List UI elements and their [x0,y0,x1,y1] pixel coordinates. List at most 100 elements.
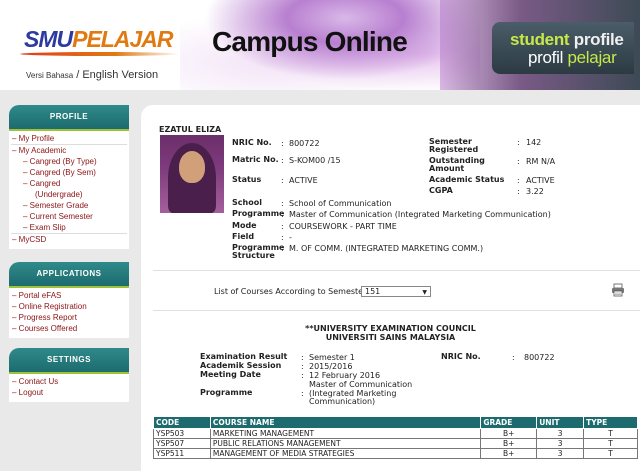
colon: : [281,222,284,231]
profile-panel: PROFILE – My Profile – My Academic – Can… [9,105,129,249]
nav-label: Contact Us [18,377,59,386]
field-label: Field [232,232,255,241]
profile-panel-title: PROFILE [9,105,129,129]
badge-line-1: student profile [510,30,624,50]
badge-word-student: student [510,30,570,49]
academic-status-label: Academic Status [429,175,505,184]
matric-value: S-KOM00 /15 [289,156,341,165]
status-value: ACTIVE [289,176,318,185]
nav-courses-offered[interactable]: – Courses Offered [9,323,129,334]
nav-semester-grade[interactable]: – Semester Grade [9,200,129,211]
col-header-course-name: COURSE NAME [209,416,482,429]
nav-label: My Profile [18,134,55,143]
nav-label: Online Registration [18,302,87,311]
cell-grade: B+ [480,448,538,459]
nav-contact-us[interactable]: – Contact Us [9,376,129,387]
colon: : [301,389,304,398]
exam-result-label: Examination Result [200,352,288,361]
colon: : [281,176,284,185]
col-header-code: CODE [153,416,211,429]
programme-structure-value: M. OF COMM. (INTEGRATED MARKETING COMM.) [289,244,484,253]
nav-cangred-undergrade-cont[interactable]: (Undergrade) [9,189,129,200]
nav-label: Cangred (By Sem) [29,168,96,177]
nav-online-registration[interactable]: – Online Registration [9,301,129,312]
cell-course-name: MARKETING MANAGEMENT [209,428,482,439]
nric-value: 800722 [289,139,320,148]
colon: : [281,139,284,148]
student-photo [160,135,224,213]
courses-table-header: CODE COURSE NAME GRADE UNIT TYPE [153,416,638,429]
mode-value: COURSEWORK - PART TIME [289,222,397,231]
nav-label: Portal eFAS [18,291,62,300]
nav-label: Current Semester [29,212,93,221]
printer-icon[interactable] [611,283,625,297]
nav-label: (Undergrade) [35,190,83,199]
outstanding-amount-value: RM N/A [526,157,556,166]
nav-my-profile[interactable]: – My Profile [9,133,129,144]
table-header-row: CODE COURSE NAME GRADE UNIT TYPE [153,416,638,429]
nav-cangred-by-sem[interactable]: – Cangred (By Sem) [9,167,129,178]
malay-version-link[interactable]: Versi Bahasa [26,71,73,80]
university-name: UNIVERSITI SAINS MALAYSIA [325,333,456,342]
courses-table-body: YSP503 MARKETING MANAGEMENT B+ 3 T YSP50… [153,428,638,459]
nav-label: Progress Report [18,313,77,322]
colon: : [517,176,520,185]
colon: : [517,187,520,196]
nav-cangred-by-type[interactable]: – Cangred (By Type) [9,156,129,167]
language-switch: Versi Bahasa / English Version [26,69,158,81]
settings-panel-title: SETTINGS [9,348,129,372]
badge-line-2: profil pelajar [528,48,617,68]
school-value: School of Communication [289,199,392,208]
programme-label: Programme [232,209,285,218]
meeting-date-value: 12 February 2016 [309,371,381,380]
nav-portal-efas[interactable]: – Portal eFAS [9,290,129,301]
semester-select-value: 151 [365,287,381,296]
exam-programme-value-3: Communication) [309,397,376,406]
badge-word-profile: profile [573,30,624,49]
campus-online-title: Campus Online [212,26,408,57]
colon: : [517,138,520,147]
student-name: EZATUL ELIZA [159,125,222,134]
english-version-link[interactable]: English Version [82,69,158,81]
exam-nric-value: 800722 [524,353,555,362]
language-separator: / [76,69,80,81]
exam-result-value: Semester 1 [309,353,355,362]
semester-select[interactable]: 151 ▼ [361,286,431,297]
exam-programme-value-1: Master of Communication [309,380,413,389]
nav-current-semester[interactable]: – Current Semester [9,211,129,222]
nav-mycsd[interactable]: – MyCSD [9,234,129,245]
programme-structure-label-2: Structure [232,251,275,260]
nav-label: Cangred (By Type) [29,157,97,166]
table-row: YSP511 MANAGEMENT OF MEDIA STRATEGIES B+… [153,448,638,459]
academic-session-label: Academik Session [200,361,282,370]
cell-type: T [583,438,638,449]
col-header-unit: UNIT [536,416,585,429]
matric-label: Matric No. [232,155,279,164]
logo-swoosh [20,52,180,56]
semester-filter-label: List of Courses According to Semester [214,287,367,296]
nav-label: My Academic [18,146,67,155]
cell-course-name: MANAGEMENT OF MEDIA STRATEGIES [209,448,482,459]
nav-progress-report[interactable]: – Progress Report [9,312,129,323]
settings-menu: – Contact Us – Logout [9,372,129,402]
nric-label: NRIC No. [232,138,272,147]
field-value: - [289,233,292,242]
col-header-grade: GRADE [480,416,538,429]
logo-part-pelajar: PELAJAR [72,26,173,52]
profile-menu: – My Profile – My Academic – Cangred (By… [9,129,129,249]
exam-council-title: **UNIVERSITY EXAMINATION COUNCIL [305,324,476,333]
cell-course-name: PUBLIC RELATIONS MANAGEMENT [209,438,482,449]
academic-session-value: 2015/2016 [309,362,353,371]
colon: : [281,156,284,165]
applications-menu: – Portal eFAS – Online Registration – Pr… [9,286,129,338]
nav-label: Courses Offered [18,324,78,333]
nav-my-academic[interactable]: – My Academic [9,145,129,156]
nav-exam-slip[interactable]: – Exam Slip [9,222,129,233]
nav-logout[interactable]: – Logout [9,387,129,398]
colon: : [281,233,284,242]
photo-face [179,151,205,183]
smupelajar-logo[interactable]: SMUPELAJAR [24,26,173,53]
registered-label: Registered [429,145,479,154]
nav-cangred-undergrade[interactable]: – Cangred [9,178,129,189]
header-banner: SMUPELAJAR Versi Bahasa / English Versio… [0,0,640,90]
